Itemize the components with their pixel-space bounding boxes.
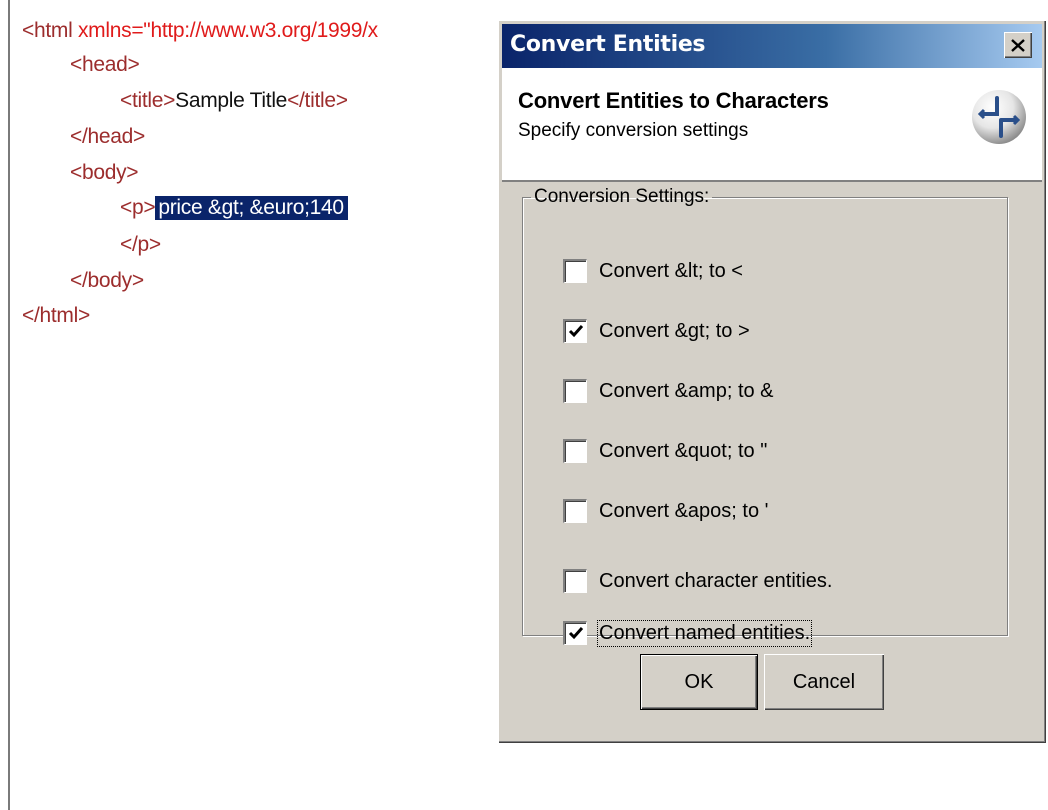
code-line-title: <title>Sample Title</title> bbox=[120, 86, 348, 116]
head-tag-open: <head> bbox=[70, 53, 140, 76]
option-convert-named-entities[interactable]: Convert named entities. bbox=[563, 618, 813, 648]
option-convert-lt[interactable]: Convert &lt; to < bbox=[563, 256, 743, 286]
option-label: Convert &gt; to > bbox=[599, 319, 750, 342]
option-convert-gt[interactable]: Convert &gt; to > bbox=[563, 316, 750, 346]
checkmark-icon bbox=[568, 325, 584, 338]
editor-left-border bbox=[8, 0, 10, 810]
checkbox-character-entities[interactable] bbox=[563, 569, 587, 593]
convert-entities-dialog: Convert Entities Convert Entities to Cha… bbox=[498, 20, 1046, 743]
option-label: Convert character entities. bbox=[599, 569, 833, 592]
p-tag-open: <p> bbox=[120, 196, 156, 219]
option-convert-quot[interactable]: Convert &quot; to " bbox=[563, 436, 767, 466]
header-title: Convert Entities to Characters bbox=[518, 88, 829, 113]
checkmark-icon bbox=[568, 627, 584, 640]
code-line-html-open: <html xmlns="http://www.w3.org/1999/x bbox=[22, 16, 378, 46]
body-tag-close: </body> bbox=[70, 269, 144, 292]
header-subtitle: Specify conversion settings bbox=[518, 120, 749, 141]
html-tag-close: </html> bbox=[22, 304, 90, 327]
cancel-button[interactable]: Cancel bbox=[764, 654, 884, 710]
code-line-head-close: </head> bbox=[70, 122, 145, 152]
convert-arrows-icon bbox=[972, 90, 1026, 144]
html-tag-open: <html bbox=[22, 19, 78, 42]
code-line-body-open: <body> bbox=[70, 158, 139, 188]
xmlns-attribute: xmlns="http://www.w3.org/1999/x bbox=[77, 19, 378, 42]
dialog-title: Convert Entities bbox=[510, 32, 706, 57]
checkbox-convert-amp[interactable] bbox=[563, 379, 587, 403]
checkbox-convert-quot[interactable] bbox=[563, 439, 587, 463]
title-tag-open: <title> bbox=[120, 89, 176, 112]
code-line-head-open: <head> bbox=[70, 50, 140, 80]
code-line-html-close: </html> bbox=[22, 301, 90, 331]
ok-button[interactable]: OK bbox=[640, 654, 758, 710]
title-text: Sample Title bbox=[175, 89, 288, 112]
p-tag-close: </p> bbox=[120, 233, 161, 256]
dialog-titlebar[interactable]: Convert Entities bbox=[502, 24, 1042, 68]
checkbox-convert-lt[interactable] bbox=[563, 259, 587, 283]
conversion-settings-group: Conversion Settings: Convert &lt; to < C… bbox=[522, 186, 1008, 647]
group-label: Conversion Settings: bbox=[534, 186, 710, 207]
option-label: Convert &amp; to & bbox=[599, 379, 774, 402]
option-label: Convert named entities. bbox=[596, 619, 813, 647]
checkbox-convert-apos[interactable] bbox=[563, 499, 587, 523]
body-tag-open: <body> bbox=[70, 161, 139, 184]
option-convert-apos[interactable]: Convert &apos; to ' bbox=[563, 496, 768, 526]
option-convert-amp[interactable]: Convert &amp; to & bbox=[563, 376, 774, 406]
code-line-body-close: </body> bbox=[70, 266, 144, 296]
option-label: Convert &apos; to ' bbox=[599, 499, 769, 522]
option-convert-character-entities[interactable]: Convert character entities. bbox=[563, 566, 832, 596]
checkbox-named-entities[interactable] bbox=[563, 621, 587, 645]
option-label: Convert &quot; to " bbox=[599, 439, 768, 462]
close-button[interactable] bbox=[1004, 32, 1032, 58]
selected-text[interactable]: price &gt; &euro;140 bbox=[155, 196, 348, 220]
code-line-p-close: </p> bbox=[120, 230, 161, 260]
head-tag-close: </head> bbox=[70, 125, 145, 148]
title-tag-close: </title> bbox=[287, 89, 348, 112]
checkbox-convert-gt[interactable] bbox=[563, 319, 587, 343]
code-line-paragraph: <p> price &gt; &euro;140 bbox=[120, 193, 348, 223]
close-icon bbox=[1011, 38, 1025, 52]
option-label: Convert &lt; to < bbox=[599, 259, 743, 282]
dialog-header: Convert Entities to Characters Specify c… bbox=[502, 68, 1042, 182]
